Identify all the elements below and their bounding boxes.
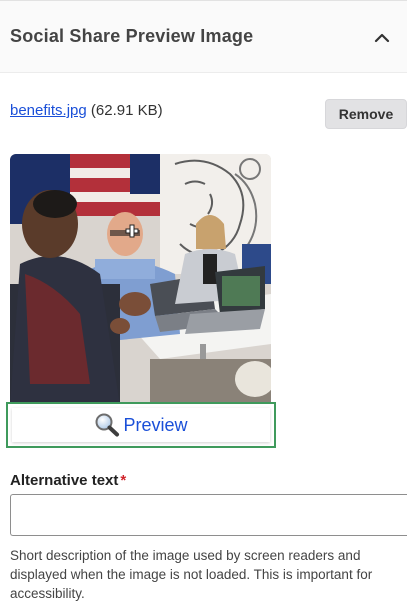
header-divider (0, 72, 407, 73)
collapse-toggle-button[interactable] (362, 18, 402, 58)
photo-thumbnail (10, 154, 271, 406)
preview-focus-outline: Preview (6, 402, 276, 448)
section-title: Social Share Preview Image (10, 26, 254, 46)
preview-label: Preview (123, 414, 188, 435)
file-size: (62.91 KB) (90, 102, 163, 119)
alt-text-label-text: Alternative text (10, 472, 119, 489)
alt-text-input[interactable] (10, 494, 407, 536)
file-info: benefits.jpg (62.91 KB) (10, 102, 163, 119)
alt-text-help: Short description of the image used by s… (10, 548, 373, 601)
chevron-up-icon (374, 33, 390, 43)
top-divider (0, 0, 407, 1)
alt-text-label: Alternative text * (10, 472, 126, 489)
required-marker: * (120, 472, 127, 489)
magnifier-icon (95, 413, 120, 437)
preview-button[interactable]: Preview (12, 408, 270, 442)
image-thumbnail[interactable] (10, 154, 271, 406)
file-link[interactable]: benefits.jpg (10, 102, 87, 119)
remove-button[interactable]: Remove (325, 99, 407, 129)
